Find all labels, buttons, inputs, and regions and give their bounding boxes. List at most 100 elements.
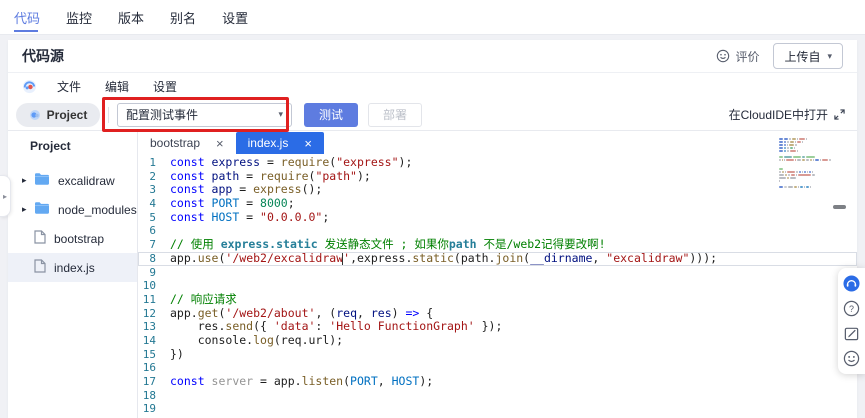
open-in-cloudide-link[interactable]: 在CloudIDE中打开 [729,106,847,123]
line-number: 6 [149,224,156,238]
minimap-line [779,153,831,155]
tree-item-label: node_modules [58,202,137,217]
code-line-17[interactable]: 17 const server = app. listen(PORT, HOST); [138,374,857,389]
code-line-12[interactable]: 12 app. get('/web2/about', (req, res) => { [138,306,857,321]
code-line-7[interactable]: 7// 使用 express.static 发送静态文件 ; 如果你 path 不… [138,237,857,252]
folder-icon [34,172,58,189]
code-line-11[interactable]: 11// 响应请求 [138,292,857,307]
line-number: 18 [142,388,156,402]
menu-item-编辑[interactable]: 编辑 [105,78,129,95]
tree-item-bootstrap[interactable]: bootstrap [8,224,137,253]
floating-help-panel: ? [838,268,865,374]
editor-tabbar: bootstrap × index.js × [138,132,857,154]
code-line-19[interactable]: 19 [138,402,857,416]
code-area[interactable]: 1 const express = require("express"); 2 con… [138,154,857,416]
line-number: 17 [142,375,156,388]
code-line-13[interactable]: 13 res. send({ 'data': 'Hello FunctionGra… [138,320,857,334]
menu-item-设置[interactable]: 设置 [153,78,177,95]
top-tab-代码[interactable]: 代码 [14,0,40,35]
code-line-9[interactable]: 9 [138,266,857,280]
tree-item-label: excalidraw [58,173,115,188]
line-number: 11 [142,292,156,306]
function-top-tabs: 代码 监控 版本 别名 设置 [0,0,865,35]
line-number: 14 [142,333,156,347]
page-title: 代码源 [22,48,64,64]
svg-text:?: ? [849,304,854,314]
tree-item-excalidraw[interactable]: ▸ excalidraw [8,166,137,195]
code-line-14[interactable]: 14 console. log (req.url); [138,333,857,348]
smiley-icon[interactable] [843,350,860,367]
top-tab-监控[interactable]: 监控 [66,0,92,35]
minimap-line [779,174,831,176]
code-source-card: 代码源 评价 上传自 ▾ 文件 编辑 设置 Project 配置测试事件 ▾ 测试 … [8,40,857,418]
minimap[interactable] [779,138,831,195]
test-button[interactable]: 测试 [304,102,358,127]
minimap-line [779,189,831,191]
folder-icon [34,201,58,218]
tree-expand-icon[interactable]: ▸ [22,204,34,215]
code-line-15[interactable]: 15}) [138,347,857,362]
minimap-line [779,180,831,182]
line-number: 19 [142,402,156,416]
top-tab-版本[interactable]: 版本 [118,0,144,35]
line-number: 10 [142,279,156,293]
minimap-line [779,159,831,161]
tree-item-label: bootstrap [54,231,105,246]
deploy-button[interactable]: 部署 [368,102,422,127]
help-icon[interactable]: ? [843,300,860,317]
editor-menubar: 文件 编辑 设置 [8,73,857,99]
close-icon[interactable]: × [216,137,224,150]
code-line-5[interactable]: 5 const HOST = "0.0.0.0"; [138,210,857,225]
code-line-18[interactable]: 18 [138,389,857,403]
code-line-10[interactable]: 10 [138,279,857,293]
tree-item-node_modules[interactable]: ▸ node_modules [8,195,137,224]
minimap-line [779,186,831,188]
menu-item-文件[interactable]: 文件 [57,78,81,95]
card-header: 代码源 评价 上传自 ▾ [8,40,857,73]
editor-tab-index.js[interactable]: index.js × [235,132,324,154]
code-line-3[interactable]: 3 const app = express (); [138,183,857,197]
line-number: 15 [142,347,156,361]
editor-tab-bootstrap[interactable]: bootstrap × [138,132,236,154]
code-editor: bootstrap × index.js × 1 const express = req… [138,132,857,418]
line-number: 12 [142,306,156,320]
tree-item-label: index.js [54,260,95,275]
minimap-line [779,171,831,173]
test-event-select[interactable]: 配置测试事件 ▾ [117,102,292,127]
scrollbar-thumb[interactable] [833,205,846,209]
code-line-16[interactable]: 16 [138,361,857,375]
chevron-down-icon: ▾ [278,109,283,119]
menu-items: 文件 编辑 设置 [57,78,177,95]
line-number: 3 [149,183,156,197]
file-icon [34,230,54,247]
minimap-line [779,177,831,179]
line-number: 16 [142,361,156,375]
line-number: 5 [149,210,156,224]
minimap-line [779,192,831,194]
code-line-1[interactable]: 1 const express = require("express"); [138,155,857,170]
tree-expand-icon[interactable]: ▸ [22,175,34,186]
rate-button[interactable]: 评价 [716,48,759,65]
top-tab-设置[interactable]: 设置 [222,0,248,35]
code-line-2[interactable]: 2 const path = require("path"); [138,169,857,184]
smiley-icon [717,49,730,63]
support-icon[interactable] [843,275,860,292]
editor-toolbar: Project 配置测试事件 ▾ 测试 部署 在CloudIDE中打开 [8,99,857,131]
minimap-line [779,144,831,146]
panel-collapse-handle[interactable]: ▸ [0,175,11,217]
code-line-4[interactable]: 4 const PORT = 8000; [138,196,857,211]
project-scope-button[interactable]: Project [16,102,100,127]
project-logo-icon [29,109,40,120]
code-line-8[interactable]: 8 app. use('/web2/excalidraw ' ,express. stat… [138,251,857,266]
explorer-title: Project [30,139,71,153]
top-tab-别名[interactable]: 别名 [170,0,196,35]
line-number: 8 [149,251,156,265]
upload-from-button[interactable]: 上传自 ▾ [773,43,843,69]
minimap-line [779,156,831,158]
line-number: 2 [149,169,156,183]
feedback-icon[interactable] [843,325,860,342]
tree-item-index.js[interactable]: index.js [8,253,137,282]
code-line-6[interactable]: 6 [138,224,857,238]
close-icon[interactable]: × [304,137,312,150]
cloudide-logo-icon [22,79,37,93]
